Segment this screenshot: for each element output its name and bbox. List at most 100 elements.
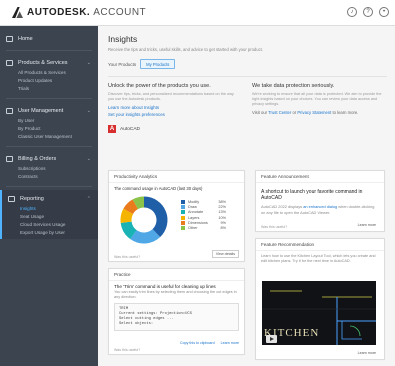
nav-label-users[interactable]: User Management [18,108,63,114]
donut-slice-modify [143,196,168,238]
section-divider [108,76,387,77]
sidebar-divider [6,146,92,147]
page-title: Insights [108,34,138,44]
announcement-tag: Feature Announcement [256,171,384,183]
nav-group-billing[interactable]: Billing & Orders ⌄ Subscriptions Contract… [0,150,98,183]
chart-icon [8,196,15,202]
privacy-statement-link[interactable]: Privacy Statement [297,110,331,115]
legend-label: Modify [188,199,200,204]
feedback-prompt: Was this useful? [114,348,141,352]
sidebar-item-cloud-usage[interactable]: Cloud Services Usage [2,220,98,228]
sidebar: Home Products & Services ⌄ All Products &… [0,26,98,366]
sidebar-divider [6,50,92,51]
sidebar-item-insights[interactable]: Insights [2,204,98,212]
help-icon[interactable]: ? [363,7,373,17]
donut-slice-other [132,196,145,210]
sidebar-item-subscriptions[interactable]: Subscriptions [0,164,98,172]
brand-name[interactable]: AUTODESK. [27,7,90,18]
tutorial-card: Feature Recommendation Learn how to use … [255,238,385,360]
sidebar-divider [6,186,92,187]
tutorial-title: Feature Recommendation [256,239,384,251]
sidebar-item-export-usage[interactable]: Export Usage by User [2,228,98,236]
promo-mix-suffix: to learn more. [332,110,359,115]
box-icon [6,60,13,66]
legend-label: Layers [188,215,200,220]
chevron-down-icon[interactable]: ⌄ [87,108,91,114]
command-code-box: TRIM Current settings: Projection=UCS Se… [114,302,239,331]
legend-swatch [181,215,185,220]
legend-value: 22% [218,204,226,209]
promo-data-protection: We take data protection seriously. We're… [252,83,382,119]
chevron-down-icon[interactable]: ⌄ [87,156,91,162]
legend-row: Modify 38% [181,199,226,204]
practice-heading: The 'Trim' command is useful for cleanin… [114,284,216,289]
tutorial-video[interactable]: KITCHEN [262,281,376,345]
sidebar-item-trials[interactable]: Trials [0,84,98,92]
legend-label: Draw [188,204,197,209]
donut-slice-layers [120,208,134,223]
legend-row: Layers 10% [181,215,226,220]
nav-group-users[interactable]: User Management ⌄ By User By Product Clas… [0,102,98,143]
promo-unlock: Unlock the power of the products you use… [108,83,238,119]
chevron-down-icon[interactable]: ⌄ [87,60,91,66]
practice-text: You can easily trim lines by selecting t… [114,290,237,299]
products-label: Your Products [108,61,137,67]
nav-label-billing[interactable]: Billing & Orders [18,156,56,162]
code-line: Select objects: [119,321,154,326]
insights-preferences-link[interactable]: Set your insights preferences [108,112,238,117]
sidebar-item-all-products[interactable]: All Products & Services [0,68,98,76]
donut-slice-annotate [120,221,137,240]
user-icon[interactable]: • [379,7,389,17]
nav-label-products[interactable]: Products & Services [18,60,68,66]
donut-slice-dimensions [123,199,139,215]
sidebar-item-by-product[interactable]: By Product [0,124,98,132]
legend-row: Other 8% [181,225,227,231]
feedback-prompt: Was this useful? [114,255,141,259]
usage-card-title: Productivity Analytics [109,171,244,183]
announcement-body: AutoCAD 2022 displays an enhanced dialog… [256,204,384,214]
nav-label-reporting[interactable]: Reporting [20,196,44,202]
sidebar-item-product-updates[interactable]: Product Updates [0,76,98,84]
play-button-icon[interactable] [266,335,277,343]
top-bar: AUTODESK. ACCOUNT ♪ ? • [0,0,395,26]
chevron-up-icon[interactable]: ⌃ [87,196,91,202]
nav-group-products[interactable]: Products & Services ⌄ All Products & Serv… [0,54,98,95]
autodesk-logo-icon [12,7,23,18]
legend-value: 8% [220,226,227,231]
legend-row: Draw 22% [181,204,226,209]
legend-label: Dimensions [188,220,208,225]
practice-title: Practice [109,269,244,281]
legend-value: 9% [220,220,227,225]
view-details-button[interactable]: View details [211,250,239,258]
legend-value: 38% [218,199,226,204]
learn-more-link[interactable]: Learn more [355,222,379,228]
legend-swatch [181,204,185,209]
nav-group-reporting[interactable]: Reporting ⌃ Insights Seat Usage Cloud Ser… [0,190,98,239]
usage-card: Productivity Analytics The command usage… [108,170,245,262]
promo-unlock-heading: Unlock the power of the products you use… [108,83,211,89]
learn-insights-link[interactable]: Learn more about Insights [108,105,238,110]
legend-swatch [181,210,185,215]
bell-icon[interactable]: ♪ [347,7,357,17]
autocad-icon: A [108,125,116,133]
product-name: AutoCAD [120,126,140,132]
practice-learn-more-link[interactable]: Learn more [221,341,239,345]
page-description: Receive the tips and tricks, useful skil… [108,47,264,52]
practice-card: Practice The 'Trim' command is useful fo… [108,268,245,355]
trust-center-link[interactable]: Trust Center [268,110,291,115]
nav-group-home[interactable]: Home [0,30,98,47]
announcement-title: A shortcut to launch your favorite comma… [261,189,363,202]
tutorial-learn-more-link[interactable]: Learn more [355,350,379,356]
sidebar-item-seat-usage[interactable]: Seat Usage [2,212,98,220]
sidebar-item-classic-users[interactable]: Classic User Management [0,132,98,140]
sidebar-item-by-user[interactable]: By User [0,116,98,124]
sidebar-divider [6,98,92,99]
nav-label-home[interactable]: Home [18,36,33,42]
usage-legend: Modify 38% Draw 22% Annotate 13% Layers 10% Dime… [181,199,226,231]
tutorial-text: Learn how to use the Kitchen Layout Tool… [261,254,376,263]
legend-value: 13% [218,210,226,215]
promo-data-text: We're working to ensure that all your da… [252,92,382,106]
my-products-button[interactable]: My Products [140,59,176,69]
copy-clipboard-link[interactable]: Copy this to clipboard [180,341,215,345]
sidebar-item-contracts[interactable]: Contracts [0,172,98,180]
